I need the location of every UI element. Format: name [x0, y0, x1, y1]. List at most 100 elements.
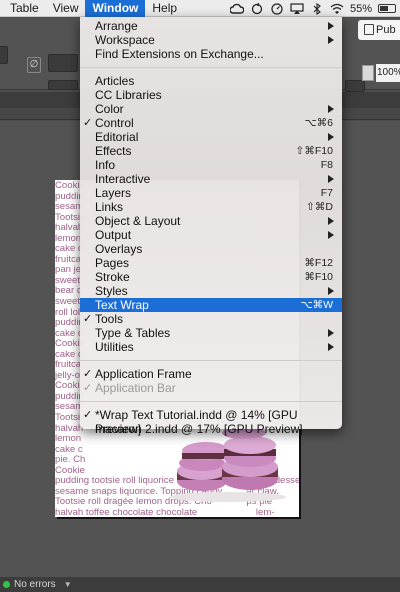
menu-item-shortcut: F8: [320, 159, 333, 171]
submenu-arrow-icon: [328, 217, 334, 225]
menu-item-label: macaron 2.indd @ 17% [GPU Preview]: [95, 422, 303, 436]
menu-item-application-frame[interactable]: ✓ Application Frame: [80, 367, 342, 381]
submenu-arrow-icon: [328, 36, 334, 44]
bluetooth-icon[interactable]: [310, 2, 324, 16]
menu-item-shortcut: ⇧⌘F10: [295, 145, 333, 157]
menu-item-label: Layers: [95, 186, 132, 200]
menu-table[interactable]: Table: [0, 0, 46, 17]
checkmark-icon: ✓: [83, 409, 93, 421]
menu-item-tools[interactable]: ✓ Tools: [80, 312, 342, 326]
submenu-arrow-icon: [328, 329, 334, 337]
menu-separator: [80, 360, 342, 361]
menu-item-articles[interactable]: Articles: [80, 74, 342, 88]
status-bar: No errors ▼: [0, 577, 400, 592]
sync-icon[interactable]: [250, 2, 264, 16]
menu-item-color[interactable]: Color: [80, 102, 342, 116]
status-tray: 55%: [229, 0, 400, 17]
control-field[interactable]: [48, 54, 78, 72]
creative-cloud-icon[interactable]: [229, 2, 244, 16]
checkmark-icon: ✓: [83, 313, 93, 325]
menu-item-shortcut: F7: [320, 187, 333, 199]
menu-item-object-layout[interactable]: Object & Layout: [80, 214, 342, 228]
checkmark-icon: ✓: [83, 117, 93, 129]
chevron-down-icon[interactable]: ▼: [64, 580, 72, 589]
menu-item-label: Control: [95, 116, 134, 130]
publish-online-button[interactable]: Pub: [358, 20, 400, 40]
submenu-arrow-icon: [328, 231, 334, 239]
submenu-arrow-icon: [328, 133, 334, 141]
menu-item-shortcut: ⌥⌘W: [300, 299, 333, 311]
menu-item-label: Type & Tables: [95, 326, 171, 340]
wifi-icon[interactable]: [330, 2, 344, 16]
menu-item-find-extensions-on-exchange[interactable]: Find Extensions on Exchange...: [80, 47, 342, 61]
submenu-arrow-icon: [328, 105, 334, 113]
submenu-arrow-icon: [328, 22, 334, 30]
menu-item-application-bar: ✓ Application Bar: [80, 381, 342, 395]
menu-item-label: Color: [95, 102, 124, 116]
menu-item-label: Articles: [95, 74, 135, 88]
macarons-image[interactable]: [168, 427, 288, 502]
menu-item-wrap-text-tutorial-indd-14-gpu-preview[interactable]: ✓ *Wrap Text Tutorial.indd @ 14% [GPU Pre…: [80, 408, 342, 436]
menu-item-label: Tools: [95, 312, 124, 326]
menu-item-layers[interactable]: Layers F7: [80, 186, 342, 200]
control-field[interactable]: [0, 46, 8, 64]
menu-separator: [80, 401, 342, 402]
menu-item-label: Interactive: [95, 172, 151, 186]
menu-item-text-wrap[interactable]: Text Wrap ⌥⌘W: [80, 298, 342, 312]
menu-item-label: Utilities: [95, 340, 134, 354]
submenu-arrow-icon: [328, 175, 334, 183]
menu-item-type-tables[interactable]: Type & Tables: [80, 326, 342, 340]
menu-bar: Table View Window Help 55%: [0, 0, 400, 17]
menu-item-styles[interactable]: Styles: [80, 284, 342, 298]
text-line: halvah toffee chocolate chocolate lem-: [55, 506, 275, 517]
menu-item-interactive[interactable]: Interactive: [80, 172, 342, 186]
control-field[interactable]: [48, 80, 78, 90]
menu-view[interactable]: View: [46, 0, 86, 17]
battery-percent: 55%: [349, 2, 372, 15]
menu-help[interactable]: Help: [145, 0, 184, 17]
menu-item-cc-libraries[interactable]: CC Libraries: [80, 88, 342, 102]
menu-item-macaron-2-indd-17-gpu-preview[interactable]: macaron 2.indd @ 17% [GPU Preview]: [80, 422, 342, 436]
menu-item-output[interactable]: Output: [80, 228, 342, 242]
menu-item-pages[interactable]: Pages ⌘F12: [80, 256, 342, 270]
menu-item-shortcut: ⇧⌘D: [306, 201, 333, 213]
menu-item-shortcut: ⌘F10: [304, 271, 333, 283]
menu-item-shortcut: ⌘F12: [304, 257, 333, 269]
menu-item-label: Styles: [95, 284, 128, 298]
gauge-icon[interactable]: [270, 2, 284, 16]
menu-item-utilities[interactable]: Utilities: [80, 340, 342, 354]
battery-level: [380, 6, 388, 11]
constrain-link-icon[interactable]: ∅: [27, 57, 41, 73]
menu-item-label: Application Frame: [95, 367, 192, 381]
battery-icon[interactable]: [378, 4, 396, 13]
menu-item-arrange[interactable]: Arrange: [80, 19, 342, 33]
menu-item-editorial[interactable]: Editorial: [80, 130, 342, 144]
publish-icon: [364, 24, 374, 35]
menu-item-links[interactable]: Links ⇧⌘D: [80, 200, 342, 214]
menu-item-label: CC Libraries: [95, 88, 162, 102]
menu-item-stroke[interactable]: Stroke ⌘F10: [80, 270, 342, 284]
menu-item-effects[interactable]: Effects ⇧⌘F10: [80, 144, 342, 158]
menu-item-label: Links: [95, 200, 124, 214]
preflight-status[interactable]: No errors: [14, 579, 56, 590]
menu-item-label: Arrange: [95, 19, 138, 33]
stroke-swatch[interactable]: [362, 65, 374, 81]
control-field[interactable]: [345, 80, 365, 92]
menu-item-label: Editorial: [95, 130, 139, 144]
menu-item-label: Info: [95, 158, 116, 172]
menu-item-control[interactable]: ✓ Control ⌥⌘6: [80, 116, 342, 130]
airplay-icon[interactable]: [290, 2, 304, 16]
menu-item-workspace[interactable]: Workspace: [80, 33, 342, 47]
menu-item-label: Text Wrap: [95, 298, 149, 312]
zoom-field[interactable]: 100%: [376, 64, 400, 82]
menu-window[interactable]: Window: [85, 0, 146, 17]
submenu-arrow-icon: [328, 287, 334, 295]
publish-label: Pub: [376, 24, 396, 36]
menu-item-label: Object & Layout: [95, 214, 181, 228]
menu-item-shortcut: ⌥⌘6: [304, 117, 333, 129]
menu-item-info[interactable]: Info F8: [80, 158, 342, 172]
menu-item-overlays[interactable]: Overlays: [80, 242, 342, 256]
menu-item-label: Effects: [95, 144, 132, 158]
menu-item-label: Workspace: [95, 33, 155, 47]
submenu-arrow-icon: [328, 343, 334, 351]
